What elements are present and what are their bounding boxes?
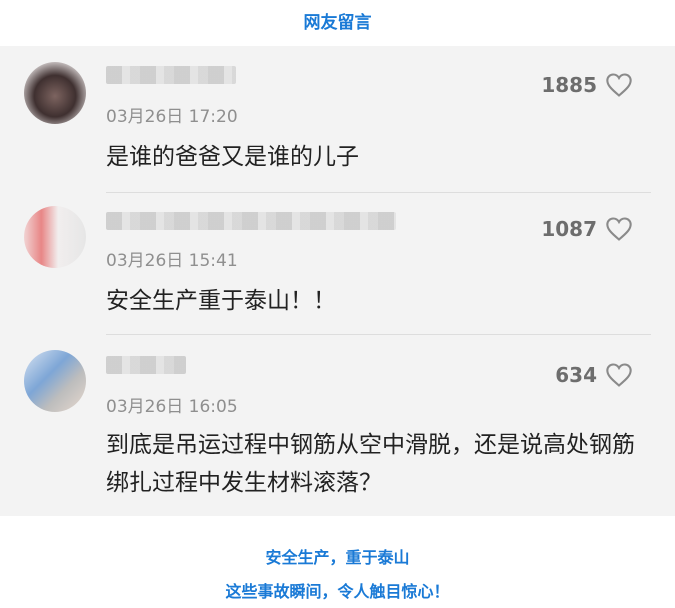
comment-timestamp: 03月26日 16:05 [106, 397, 238, 417]
like-count: 1087 [541, 217, 597, 241]
like-button[interactable]: 1087 [541, 216, 633, 242]
username-blurred[interactable] [106, 212, 396, 230]
like-count: 1885 [541, 73, 597, 97]
section-header: 网友留言 [0, 0, 675, 46]
comment-text: 安全生产重于泰山！！ [106, 288, 336, 314]
comment-item: 03月26日 15:41 1087 安全生产重于泰山！！ [0, 194, 675, 338]
comments-panel: 03月26日 17:20 1885 是谁的爸爸又是谁的儿子 03月26日 15:… [0, 46, 675, 516]
comment-timestamp: 03月26日 15:41 [106, 251, 238, 271]
heart-outline-icon [606, 363, 632, 387]
heart-outline-icon [606, 217, 632, 241]
divider [106, 334, 651, 335]
avatar[interactable] [24, 350, 86, 412]
comment-text: 到底是吊运过程中钢筋从空中滑脱，还是说高处钢筋绑扎过程中发生材料滚落？ [106, 432, 635, 496]
username-blurred[interactable] [106, 66, 236, 84]
comment-item: 03月26日 16:05 634 到底是吊运过程中钢筋从空中滑脱，还是说高处钢筋… [0, 338, 675, 516]
divider [106, 192, 651, 193]
avatar[interactable] [24, 206, 86, 268]
like-button[interactable]: 634 [555, 362, 633, 388]
footer-line-1: 安全生产，重于泰山 [265, 548, 410, 567]
section-title: 网友留言 [303, 13, 372, 33]
heart-outline-icon [606, 73, 632, 97]
comment-text: 是谁的爸爸又是谁的儿子 [106, 144, 359, 170]
like-button[interactable]: 1885 [541, 72, 633, 98]
comment-timestamp: 03月26日 17:20 [106, 107, 238, 127]
footer-line-2: 这些事故瞬间，令人触目惊心！ [225, 582, 450, 601]
avatar[interactable] [24, 62, 86, 124]
comment-item: 03月26日 17:20 1885 是谁的爸爸又是谁的儿子 [0, 46, 675, 194]
like-count: 634 [555, 363, 597, 387]
username-blurred[interactable] [106, 356, 186, 374]
